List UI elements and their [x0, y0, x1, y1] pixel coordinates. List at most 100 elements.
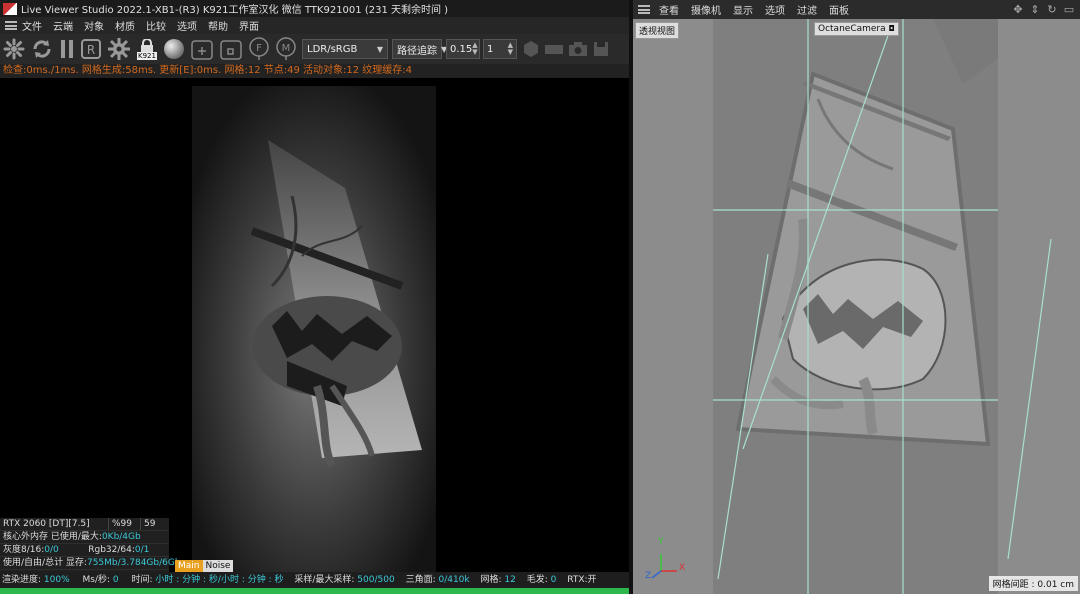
- move-icon[interactable]: ✥: [1011, 3, 1025, 16]
- lock-icon[interactable]: K921: [136, 37, 158, 61]
- vmenu-panel[interactable]: 面板: [829, 2, 849, 17]
- render-progress-bar: [0, 588, 629, 594]
- rgb-label: Rgb32/64:: [88, 545, 135, 555]
- ms-label: Ms/秒:: [82, 575, 113, 585]
- vmenu-filter[interactable]: 过滤: [797, 2, 817, 17]
- render-info-bar: 渲染进度: 100% Ms/秒: 0 时间: 小时 : 分钟 : 秒/小时 : …: [0, 572, 629, 588]
- spin-arrows-icon[interactable]: ▲ ▼: [508, 42, 513, 56]
- hair-value: 0: [550, 575, 557, 585]
- refresh-icon[interactable]: [30, 37, 54, 61]
- viewport-nav-icons: ✥ ⇕ ↻ ▭: [1008, 3, 1076, 16]
- grid-spacing-label: 网格间距 : 0.01 cm: [988, 576, 1078, 591]
- ooc-label: 核心外内存 已使用/最大:: [3, 532, 102, 542]
- sphere-icon[interactable]: [163, 37, 185, 61]
- settings-gear-icon[interactable]: [107, 37, 131, 61]
- rtx-status: RTX:开: [567, 575, 597, 585]
- viewport-scene: [633, 19, 1080, 594]
- camera-icon[interactable]: [568, 37, 588, 61]
- rotate-icon[interactable]: ↻: [1045, 3, 1059, 16]
- viewport-panel: 查看 摄像机 显示 选项 过滤 面板 ✥ ⇕ ↻ ▭ Y Z X 透视视图 Oc…: [633, 0, 1080, 594]
- menu-cloud[interactable]: 云端: [53, 18, 73, 33]
- camera-icon: ◘: [888, 24, 895, 33]
- material-m-icon[interactable]: M: [275, 37, 297, 61]
- value1-input[interactable]: 0.15 ▲ ▼: [446, 39, 480, 59]
- vmenu-options[interactable]: 选项: [765, 2, 785, 17]
- gpu-temp: 59: [140, 518, 155, 530]
- kernel-select[interactable]: 路径追踪 ▼: [392, 39, 447, 59]
- tab-noise[interactable]: Noise: [202, 560, 234, 572]
- menu-interface[interactable]: 界面: [239, 18, 259, 33]
- vmenu-view[interactable]: 查看: [659, 2, 679, 17]
- rect-icon[interactable]: [545, 37, 563, 61]
- camera-name-label[interactable]: OctaneCamera ◘: [814, 22, 899, 36]
- view-name-label[interactable]: 透视视图: [635, 22, 680, 39]
- tris-value: 0/410k: [438, 575, 470, 585]
- value2-text: 1: [487, 43, 494, 55]
- vram-label: 使用/自由/总计 显存:: [3, 558, 87, 568]
- kernel-value: 路径追踪: [397, 45, 437, 57]
- viewport-menu-bar: 查看 摄像机 显示 选项 过滤 面板 ✥ ⇕ ↻ ▭: [633, 0, 1080, 19]
- render-output-image: [192, 86, 436, 572]
- vmenu-display[interactable]: 显示: [733, 2, 753, 17]
- progress-label: 渲染进度:: [2, 575, 44, 585]
- maximize-icon[interactable]: ▭: [1062, 3, 1076, 16]
- samples-value: 500/500: [357, 575, 395, 585]
- ms-value: 0: [112, 575, 119, 585]
- progress-value: 100%: [43, 575, 70, 585]
- render-status-line: 检查:0ms./1ms. 网格生成:58ms. 更新[E]:0ms. 网格:12…: [0, 64, 629, 78]
- ooc-memory-row: 核心外内存 已使用/最大: 0Kb/4Gb: [0, 531, 169, 544]
- chevron-down-icon: ▼: [376, 44, 383, 54]
- octane-logo-icon[interactable]: [3, 37, 25, 61]
- hamburger-menu-icon[interactable]: [638, 5, 650, 14]
- menu-compare[interactable]: 比较: [146, 18, 166, 33]
- pick-focus-icon[interactable]: [219, 37, 243, 61]
- menu-bar: 文件 云端 对象 材质 比较 选项 帮助 界面: [0, 17, 629, 34]
- viewer-toolbar: R K921 F M LDR/sRGB ▼ 路径追踪 ▼ 0.15 ▲ ▼ 1 …: [0, 34, 629, 64]
- lock-badge: K921: [137, 51, 157, 60]
- menu-materials[interactable]: 材质: [115, 18, 135, 33]
- menu-help[interactable]: 帮助: [208, 18, 228, 33]
- samples-label: 采样/最大采样:: [294, 575, 358, 585]
- hexagon-icon[interactable]: [522, 37, 540, 61]
- gpu-name: RTX 2060 [DT][7.5]: [3, 519, 90, 529]
- render-view[interactable]: RTX 2060 [DT][7.5] %99 59 核心外内存 已使用/最大: 0…: [0, 78, 629, 572]
- vmenu-camera[interactable]: 摄像机: [691, 2, 721, 17]
- app-window: Live Viewer Studio 2022.1-XB1-(R3) K921工…: [0, 0, 1080, 594]
- dolly-icon[interactable]: ⇕: [1028, 3, 1042, 16]
- svg-text:M: M: [282, 43, 291, 54]
- value1-text: 0.15: [450, 43, 473, 55]
- gpu-row: RTX 2060 [DT][7.5] %99 59: [0, 518, 169, 531]
- title-bar: Live Viewer Studio 2022.1-XB1-(R3) K921工…: [0, 0, 629, 17]
- value2-input[interactable]: 1 ▲ ▼: [483, 39, 517, 59]
- perspective-viewport[interactable]: Y Z X 透视视图 OctaneCamera ◘ 网格间距 : 0.01 cm: [633, 19, 1080, 594]
- gpu-usage: %99: [108, 518, 140, 530]
- hair-label: 毛发:: [526, 575, 551, 585]
- menu-objects[interactable]: 对象: [84, 18, 104, 33]
- time-value: 小时 : 分钟 : 秒/小时 : 分钟 : 秒: [155, 575, 284, 585]
- render-progress-fill: [0, 588, 629, 594]
- region-r-icon[interactable]: R: [80, 37, 102, 61]
- add-region-icon[interactable]: [190, 37, 214, 61]
- menu-options[interactable]: 选项: [177, 18, 197, 33]
- spin-arrows-icon[interactable]: ▲ ▼: [472, 42, 477, 56]
- pause-icon[interactable]: [59, 37, 75, 61]
- tab-main[interactable]: Main: [175, 560, 203, 572]
- axis-z-label: Z: [645, 571, 652, 581]
- axis-x-label: X: [679, 563, 686, 573]
- hamburger-menu-icon[interactable]: [5, 21, 17, 30]
- vram-row: 使用/自由/总计 显存: 755Mb/3.784Gb/6Gb: [0, 557, 181, 570]
- vram-value: 755Mb/3.784Gb/6Gb: [86, 558, 181, 568]
- app-logo-icon: [3, 2, 17, 15]
- menu-file[interactable]: 文件: [22, 18, 42, 33]
- render-pass-tabs: Main Noise: [175, 560, 234, 572]
- time-label: 时间:: [131, 575, 156, 585]
- ooc-value: 0Kb/4Gb: [101, 532, 141, 542]
- gpu-stats-panel: RTX 2060 [DT][7.5] %99 59 核心外内存 已使用/最大: 0…: [0, 518, 181, 572]
- svg-text:R: R: [87, 43, 95, 57]
- colorspace-select[interactable]: LDR/sRGB ▼: [302, 39, 388, 59]
- save-icon[interactable]: [593, 37, 609, 61]
- camera-name: OctaneCamera: [818, 24, 886, 34]
- mesh-label: 网格:: [480, 575, 505, 585]
- focus-f-icon[interactable]: F: [248, 37, 270, 61]
- svg-text:F: F: [256, 43, 262, 54]
